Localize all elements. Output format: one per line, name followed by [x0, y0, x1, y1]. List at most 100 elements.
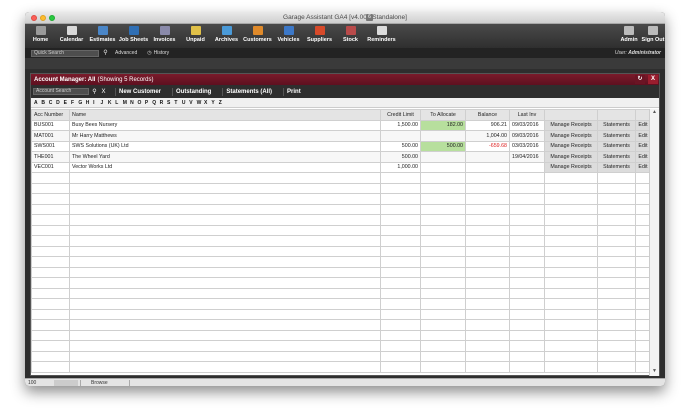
toolbar-archives-button[interactable]: Archives: [211, 26, 242, 47]
to-allocate-cell: [420, 161, 466, 173]
alpha-filter-v[interactable]: V: [189, 100, 196, 106]
toolbar-label: Sign Out: [641, 37, 665, 43]
alpha-filter-g[interactable]: G: [78, 100, 85, 106]
search-icon[interactable]: ⚲: [91, 88, 98, 95]
estimates-icon: [97, 26, 108, 35]
alpha-filter-w[interactable]: W: [197, 100, 204, 106]
zoom-level[interactable]: 100: [28, 380, 54, 386]
alpha-filter-q[interactable]: Q: [152, 100, 159, 106]
new-customer-button[interactable]: New Customer: [115, 87, 164, 96]
toolbar-admin-button[interactable]: Admin: [617, 26, 641, 47]
alpha-filter-u[interactable]: U: [182, 100, 189, 106]
alpha-filter-o[interactable]: O: [137, 100, 144, 106]
toolbar-label: Estimates: [89, 37, 116, 43]
statements-button[interactable]: Statements: [597, 119, 636, 131]
scroll-up-icon[interactable]: ▲: [650, 109, 659, 117]
outstanding-button[interactable]: Outstanding: [172, 87, 214, 96]
close-panel-button[interactable]: X: [648, 75, 658, 84]
table-row[interactable]: THE001 The Wheel Yard 500.00 19/04/2016 Mana…: [31, 151, 651, 163]
alpha-filter-t[interactable]: T: [174, 100, 181, 106]
quick-search-bar: Quick Search ⚲ Advanced ◷ History User: …: [25, 48, 665, 58]
quick-search-input[interactable]: Quick Search: [31, 49, 99, 57]
toolbar-estimates-button[interactable]: Estimates: [87, 26, 118, 47]
toolbar-suppliers-button[interactable]: Suppliers: [304, 26, 335, 47]
credit-limit-cell: 1,500.00: [380, 119, 421, 131]
toolbar-reminders-button[interactable]: Reminders: [366, 26, 397, 47]
alpha-filter-r[interactable]: R: [160, 100, 167, 106]
alpha-filter-e[interactable]: E: [64, 100, 71, 106]
refresh-icon[interactable]: ↻: [635, 75, 645, 84]
zoom-controls[interactable]: [54, 379, 78, 386]
toolbar-label: Home: [32, 37, 49, 43]
toolbar-label: Archives: [214, 37, 239, 43]
account-manager-panel: Account Manager: All (Showing 5 Records)…: [30, 73, 660, 376]
alpha-filter-m[interactable]: M: [123, 100, 130, 106]
clear-search-button[interactable]: X: [100, 89, 107, 95]
column-header[interactable]: [544, 109, 598, 121]
manage-receipts-button[interactable]: Manage Receipts: [544, 161, 598, 173]
vertical-scrollbar[interactable]: ▲ ▼: [649, 109, 659, 376]
table-row[interactable]: SWS001 SWS Solutions (UK) Ltd 500.00 500.00…: [31, 140, 651, 152]
column-header[interactable]: Credit Limit: [380, 109, 421, 121]
credit-limit-cell: [380, 130, 421, 142]
reminders-icon: [376, 26, 387, 35]
manage-receipts-button[interactable]: Manage Receipts: [544, 151, 598, 163]
title-bar: Garage Assistant GA4 [v4.003 Standalone]: [25, 12, 665, 24]
balance-cell: 1,004.00: [465, 130, 510, 142]
table-row[interactable]: VEC001 Vector Works Ltd 1,000.00 Manage Rec…: [31, 161, 651, 173]
table-row[interactable]: BUS001 Busy Bees Nursery 1,500.00 182.00 906…: [31, 119, 651, 131]
alpha-filter-y[interactable]: Y: [211, 100, 218, 106]
column-header[interactable]: [597, 109, 636, 121]
toolbar-label: Customers: [243, 37, 272, 43]
search-icon[interactable]: ⚲: [102, 50, 109, 57]
action-bar: Account Search ⚲ X New Customer Outstandi…: [31, 85, 659, 98]
alpha-filter-a[interactable]: A: [34, 100, 41, 106]
alpha-filter-f[interactable]: F: [71, 100, 78, 106]
status-bar: 100 Browse: [25, 378, 665, 386]
toolbar-home-button[interactable]: Home: [25, 26, 56, 47]
toolbar-customers-button[interactable]: Customers: [242, 26, 273, 47]
toolbar-invoices-button[interactable]: Invoices: [149, 26, 180, 47]
manage-receipts-button[interactable]: Manage Receipts: [544, 130, 598, 142]
alpha-filter-d[interactable]: D: [56, 100, 63, 106]
column-header[interactable]: Last Inv: [509, 109, 545, 121]
alpha-filter-b[interactable]: B: [41, 100, 48, 106]
statements-button[interactable]: Statements: [597, 151, 636, 163]
scroll-down-icon[interactable]: ▼: [650, 368, 659, 376]
column-header[interactable]: Balance: [465, 109, 510, 121]
alpha-filter-s[interactable]: S: [167, 100, 174, 106]
account-search-input[interactable]: Account Search: [33, 88, 89, 95]
alpha-filter-n[interactable]: N: [130, 100, 137, 106]
toolbar-vehicles-button[interactable]: Vehicles: [273, 26, 304, 47]
manage-receipts-button[interactable]: Manage Receipts: [544, 140, 598, 152]
toolbar-sign-out-button[interactable]: Sign Out: [641, 26, 665, 47]
history-link[interactable]: History: [154, 50, 170, 56]
current-user: User: Administrator: [615, 50, 661, 56]
home-icon: [35, 26, 46, 35]
alpha-filter-l[interactable]: L: [115, 100, 122, 106]
alpha-filter-k[interactable]: K: [108, 100, 115, 106]
alpha-filter-z[interactable]: Z: [219, 100, 226, 106]
alpha-filter-i[interactable]: I: [93, 100, 100, 106]
alpha-filter-c[interactable]: C: [49, 100, 56, 106]
alpha-filter-x[interactable]: X: [204, 100, 211, 106]
statements-button[interactable]: Statements: [597, 140, 636, 152]
alpha-filter-h[interactable]: H: [86, 100, 93, 106]
print-button[interactable]: Print: [283, 87, 304, 96]
toolbar-job-sheets-button[interactable]: Job Sheets: [118, 26, 149, 47]
column-header[interactable]: To Allocate: [420, 109, 466, 121]
table-header-row: Acc Number Name Credit Limit To Allocate Bal…: [31, 109, 651, 121]
alpha-filter-p[interactable]: P: [145, 100, 152, 106]
column-header[interactable]: Name: [69, 109, 381, 121]
manage-receipts-button[interactable]: Manage Receipts: [544, 119, 598, 131]
statements-all-button[interactable]: Statements (All): [222, 87, 275, 96]
table-row[interactable]: MAT001 Mr Harry Matthews 1,004.00 09/03/201…: [31, 130, 651, 142]
advanced-search-link[interactable]: Advanced: [115, 50, 137, 56]
toolbar-stock-button[interactable]: Stock: [335, 26, 366, 47]
column-header[interactable]: Acc Number: [31, 109, 70, 121]
statements-button[interactable]: Statements: [597, 161, 636, 173]
toolbar-calendar-button[interactable]: Calendar: [56, 26, 87, 47]
toolbar-unpaid-button[interactable]: Unpaid: [180, 26, 211, 47]
alpha-filter-j[interactable]: J: [101, 100, 108, 106]
statements-button[interactable]: Statements: [597, 130, 636, 142]
